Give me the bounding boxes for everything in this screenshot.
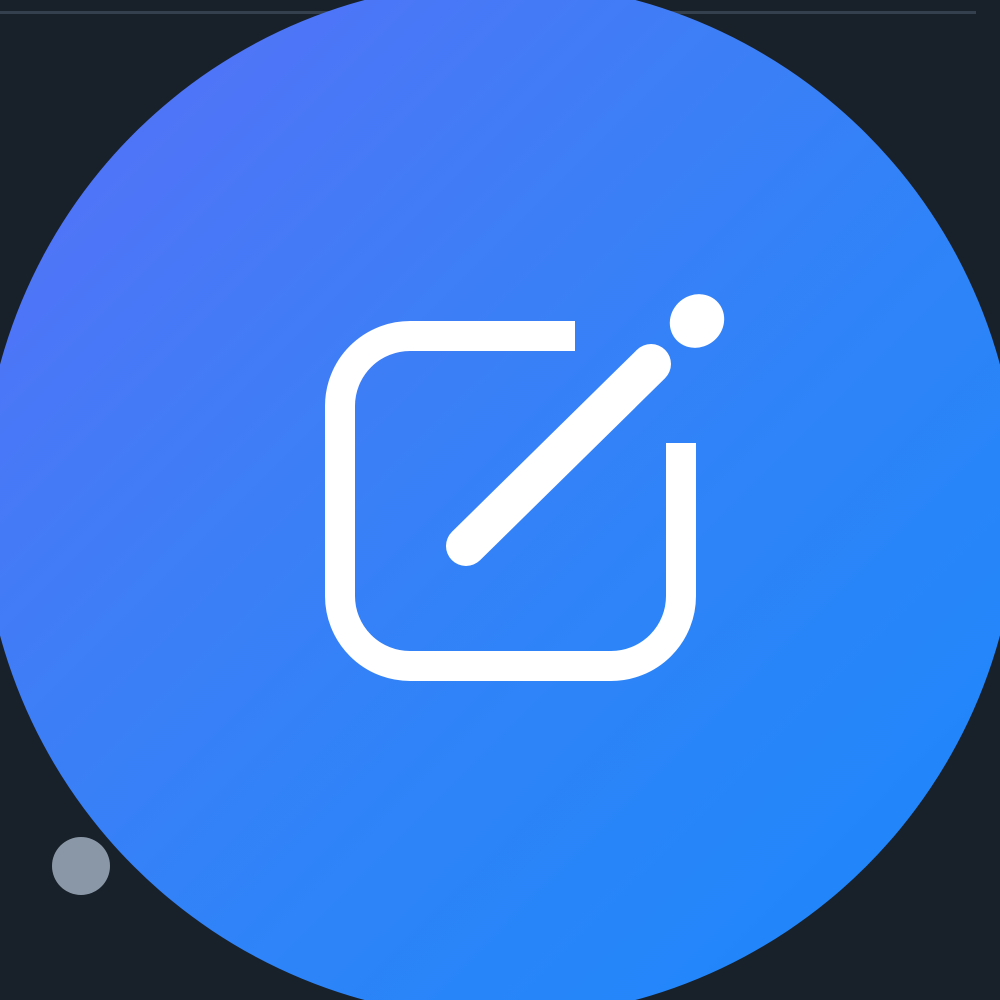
status-dot [52, 837, 110, 895]
app-canvas [0, 0, 1000, 1000]
compose-button[interactable] [0, 0, 1000, 1000]
